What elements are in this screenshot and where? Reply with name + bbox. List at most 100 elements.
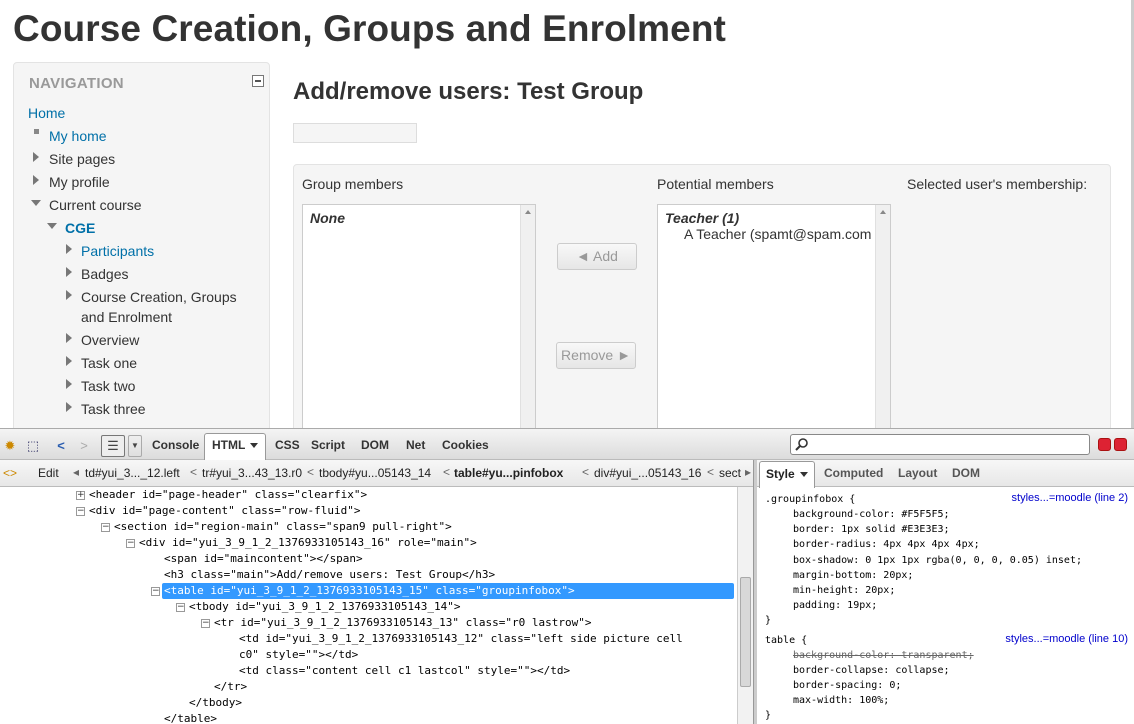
chevron-right-icon[interactable]: ▸ xyxy=(745,465,751,479)
tab-html[interactable]: HTML xyxy=(204,433,267,461)
list-item[interactable]: A Teacher (spamt@spam.com xyxy=(684,226,871,242)
collapse-node-icon[interactable]: − xyxy=(201,619,210,628)
nav-item-course-section-line2[interactable]: and Enrolment xyxy=(81,309,172,325)
nav-item-current-course[interactable]: Current course xyxy=(49,197,142,213)
nav-item-participants[interactable]: Participants xyxy=(81,243,154,259)
nav-item-course-section[interactable]: Course Creation, Groups xyxy=(81,289,237,305)
css-declaration[interactable]: border-radius: 4px 4px 4px 4px; xyxy=(793,537,980,552)
expand-icon[interactable] xyxy=(66,267,72,277)
html-node[interactable]: <td id="yui_3_9_1_2_1376933105143_12" cl… xyxy=(239,631,683,647)
breadcrumb-item[interactable]: div#yui_...05143_16 xyxy=(594,466,701,480)
css-declaration[interactable]: margin-bottom: 20px; xyxy=(793,568,913,583)
html-node[interactable]: </table> xyxy=(164,711,217,724)
expand-icon[interactable] xyxy=(66,290,72,300)
html-node[interactable]: <tbody id="yui_3_9_1_2_1376933105143_14"… xyxy=(189,599,461,615)
expand-icon[interactable] xyxy=(33,175,39,185)
scrollbar-thumb[interactable] xyxy=(740,577,751,687)
html-node[interactable]: <header id="page-header" class="clearfix… xyxy=(89,487,367,503)
nav-item-home[interactable]: Home xyxy=(28,105,65,121)
expand-icon[interactable] xyxy=(66,333,72,343)
expand-icon[interactable] xyxy=(33,152,39,162)
html-node[interactable]: <div id="yui_3_9_1_2_1376933105143_16" r… xyxy=(139,535,477,551)
html-scrollbar[interactable] xyxy=(737,487,753,724)
close-icon[interactable] xyxy=(1114,438,1127,451)
css-declaration-overridden[interactable]: background-color: transparent; xyxy=(793,648,974,663)
css-declaration[interactable]: min-height: 20px; xyxy=(793,583,895,598)
collapse-node-icon[interactable]: − xyxy=(76,507,85,516)
collapse-icon[interactable] xyxy=(47,223,57,229)
minimize-icon[interactable] xyxy=(1098,438,1111,451)
expand-icon[interactable] xyxy=(66,379,72,389)
breadcrumb-item[interactable]: tbody#yu...05143_14 xyxy=(319,466,431,480)
firebug-icon[interactable]: ✹ xyxy=(2,438,18,454)
css-declaration[interactable]: max-width: 100%; xyxy=(793,693,889,708)
expand-icon[interactable] xyxy=(66,244,72,254)
collapse-node-icon[interactable]: − xyxy=(151,587,160,596)
collapse-node-icon[interactable]: − xyxy=(101,523,110,532)
css-declaration[interactable]: padding: 19px; xyxy=(793,598,877,613)
expand-icon[interactable] xyxy=(66,356,72,366)
css-declaration[interactable]: border-spacing: 0; xyxy=(793,678,901,693)
html-node[interactable]: </tbody> xyxy=(189,695,242,711)
nav-item-my-profile[interactable]: My profile xyxy=(49,174,110,190)
remove-button[interactable]: Remove ► xyxy=(556,342,636,369)
tab-script[interactable]: Script xyxy=(311,438,345,452)
nav-item-task-one[interactable]: Task one xyxy=(81,355,137,371)
tab-computed[interactable]: Computed xyxy=(824,466,883,480)
css-declaration[interactable]: background-color: #F5F5F5; xyxy=(793,507,950,522)
chevron-left-icon[interactable]: ◂ xyxy=(73,465,79,479)
html-node[interactable]: <section id="region-main" class="span9 p… xyxy=(114,519,452,535)
html-node[interactable]: <td class="content cell c1 lastcol" styl… xyxy=(239,663,570,679)
tab-net[interactable]: Net xyxy=(406,438,425,452)
nav-item-my-home[interactable]: My home xyxy=(49,128,107,144)
collapse-node-icon[interactable]: − xyxy=(176,603,185,612)
css-declaration[interactable]: border-collapse: collapse; xyxy=(793,663,950,678)
group-selector[interactable] xyxy=(293,123,417,143)
css-source-link[interactable]: styles...=moodle (line 10) xyxy=(1005,633,1128,645)
tab-side-dom[interactable]: DOM xyxy=(952,466,980,480)
tab-cookies[interactable]: Cookies xyxy=(442,438,489,452)
html-node[interactable]: <h3 class="main">Add/remove users: Test … xyxy=(164,567,495,583)
breadcrumb-item[interactable]: sect xyxy=(719,466,741,480)
nav-item-badges[interactable]: Badges xyxy=(81,266,128,282)
breadcrumb-item[interactable]: td#yui_3..._12.left xyxy=(85,466,180,480)
css-source-link[interactable]: styles...=moodle (line 2) xyxy=(1012,492,1128,504)
breadcrumb-item[interactable]: tr#yui_3...43_13.r0 xyxy=(202,466,302,480)
html-node[interactable]: <tr id="yui_3_9_1_2_1376933105143_13" cl… xyxy=(214,615,592,631)
back-icon[interactable]: < xyxy=(53,438,69,454)
tab-dom[interactable]: DOM xyxy=(361,438,389,452)
tab-console[interactable]: Console xyxy=(152,438,199,452)
collapse-block-icon[interactable] xyxy=(252,75,264,87)
edit-button[interactable]: Edit xyxy=(38,466,59,480)
list-scrollbar[interactable] xyxy=(520,205,535,428)
nav-item-task-three[interactable]: Task three xyxy=(81,401,146,417)
list-scrollbar[interactable] xyxy=(875,205,890,428)
breadcrumb-scroll-icon[interactable]: <> xyxy=(3,466,17,480)
collapse-node-icon[interactable]: − xyxy=(126,539,135,548)
group-members-list[interactable]: None xyxy=(302,204,536,428)
dropdown-icon[interactable]: ▼ xyxy=(128,435,142,457)
menu-icon[interactable]: ☰ xyxy=(101,435,125,457)
tab-style[interactable]: Style xyxy=(759,461,815,488)
nav-item-overview[interactable]: Overview xyxy=(81,332,139,348)
html-node[interactable]: <div id="page-content" class="row-fluid"… xyxy=(89,503,361,519)
css-declaration[interactable]: box-shadow: 0 1px 1px rgba(0, 0, 0, 0.05… xyxy=(793,553,1082,568)
html-node[interactable]: <span id="maincontent"></span> xyxy=(164,551,363,567)
breadcrumb-item-active[interactable]: table#yu...pinfobox xyxy=(454,466,563,480)
nav-item-task-two[interactable]: Task two xyxy=(81,378,135,394)
potential-members-list[interactable]: Teacher (1) A Teacher (spamt@spam.com xyxy=(657,204,891,428)
html-node-selected[interactable]: <table id="yui_3_9_1_2_1376933105143_15"… xyxy=(162,583,734,599)
tab-layout[interactable]: Layout xyxy=(898,466,937,480)
expand-node-icon[interactable]: + xyxy=(76,491,85,500)
html-node[interactable]: c0" style=""></td> xyxy=(239,647,358,663)
forward-icon[interactable]: > xyxy=(76,438,92,454)
expand-icon[interactable] xyxy=(66,402,72,412)
css-declaration[interactable]: border: 1px solid #E3E3E3; xyxy=(793,522,950,537)
add-button[interactable]: ◄ Add xyxy=(557,243,637,270)
html-node[interactable]: </tr> xyxy=(214,679,247,695)
nav-item-site-pages[interactable]: Site pages xyxy=(49,151,115,167)
collapse-icon[interactable] xyxy=(31,200,41,206)
inspect-icon[interactable]: ⬚ xyxy=(25,438,41,454)
tab-css[interactable]: CSS xyxy=(275,438,300,452)
nav-item-cge[interactable]: CGE xyxy=(65,220,95,236)
